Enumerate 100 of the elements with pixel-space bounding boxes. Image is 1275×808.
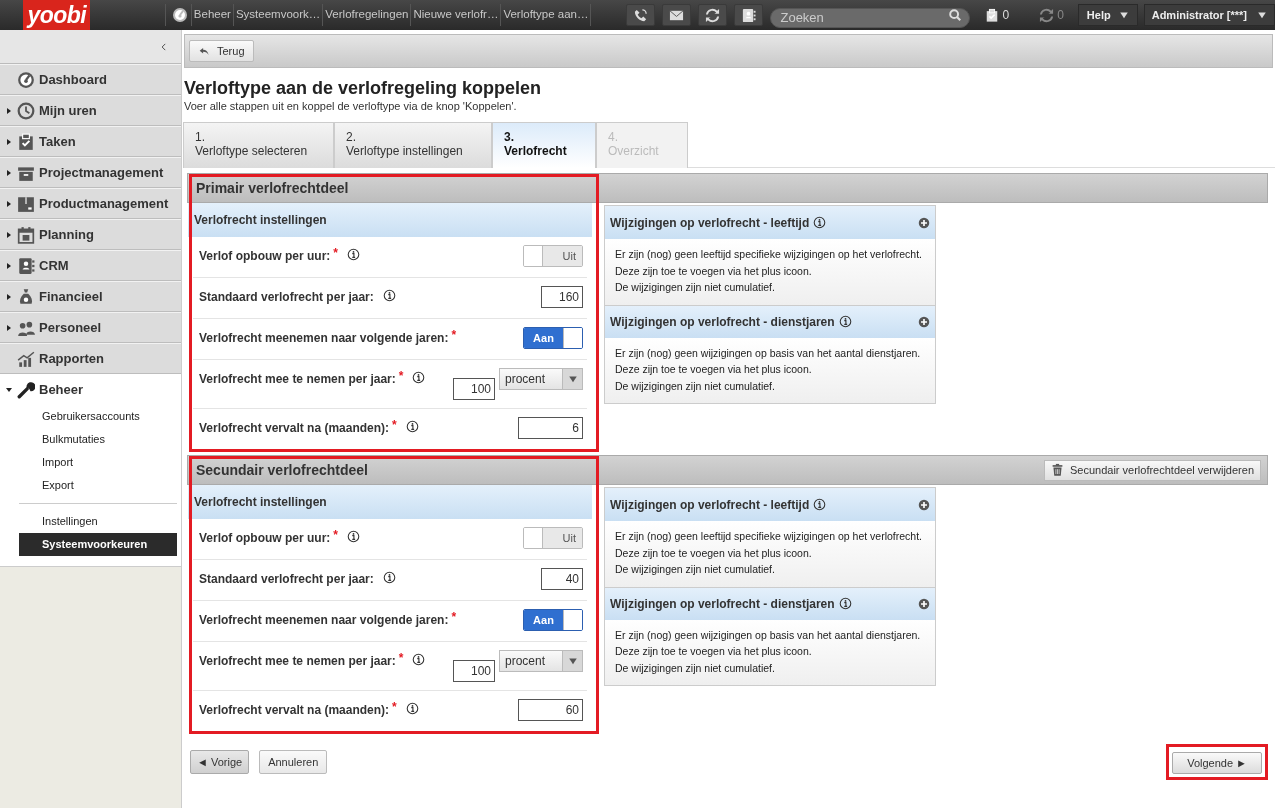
sidebar-subitem[interactable]: Bulkmutaties: [19, 428, 177, 451]
info-icon: [813, 216, 827, 229]
panel-title: Wijzigingen op verlofrecht - dienstjaren: [610, 313, 835, 331]
sidebar-item[interactable]: Taken: [0, 126, 181, 157]
number-field[interactable]: 160: [541, 286, 583, 308]
field-label: Verlofrecht meenemen naar volgende jaren:: [199, 612, 449, 629]
panel-text: De wijzigingen zijn niet cumulatief.: [615, 378, 776, 394]
step-tab[interactable]: 3. Verlofrecht: [492, 122, 596, 168]
panel-text: De wijzigingen zijn niet cumulatief.: [615, 280, 776, 295]
field-label: Verlofrecht mee te nemen per jaar:: [199, 371, 396, 388]
toggle-switch[interactable]: Uit: [523, 527, 583, 549]
unit-dropdown[interactable]: procent: [499, 650, 583, 672]
number-field[interactable]: 100: [453, 660, 495, 682]
sidebar-item[interactable]: Projectmanagement: [0, 157, 181, 188]
cancel-button[interactable]: Annuleren: [259, 750, 328, 775]
unit-dropdown[interactable]: procent: [499, 368, 583, 390]
wrench-icon: [17, 380, 35, 399]
sidebar-subitem[interactable]: Import: [19, 451, 177, 474]
sidebar-subitem[interactable]: Export: [19, 474, 177, 497]
required-mark: *: [398, 653, 404, 663]
previous-button[interactable]: ◄ Vorige: [190, 750, 250, 775]
breadcrumb-link[interactable]: Verlofregelingen: [322, 4, 411, 26]
breadcrumb-link[interactable]: Systeemvoork…: [232, 4, 323, 26]
panel-text: Er zijn (nog) geen wijzigingen op basis van het aantal dienstjaren.: [615, 627, 922, 643]
sidebar-item[interactable]: Personeel: [0, 312, 181, 343]
plus-icon: [918, 315, 930, 328]
sidebar-item[interactable]: Rapporten: [0, 343, 181, 374]
panel-text: Er zijn (nog) geen wijzigingen op basis van het aantal dienstjaren.: [615, 345, 922, 361]
trash-icon: [1050, 463, 1064, 477]
step-tab[interactable]: 2. Verloftype instellingen: [334, 122, 492, 168]
toolbar-button[interactable]: [734, 4, 764, 26]
add-button[interactable]: [918, 216, 930, 229]
gauge-icon: [17, 70, 35, 89]
field-label: Verlofrecht mee te nemen per jaar:: [199, 653, 396, 670]
toggle-switch[interactable]: Aan: [523, 609, 583, 631]
settings-header: Verlofrecht instellingen: [188, 203, 592, 237]
panel-title: Wijzigingen op verlofrecht - leeftijd: [610, 214, 810, 232]
required-mark: *: [392, 702, 397, 712]
address-book-icon: [17, 256, 35, 275]
number-field[interactable]: 100: [453, 378, 495, 400]
required-mark: *: [451, 612, 457, 622]
panel-title: Wijzigingen op verlofrecht - leeftijd: [610, 496, 810, 514]
user-menu[interactable]: Administrator [***]: [1143, 4, 1275, 26]
sidebar-item[interactable]: Productmanagement: [0, 188, 181, 219]
caret-icon: [1118, 10, 1129, 20]
panel-text: De wijzigingen zijn niet cumulatief.: [615, 660, 776, 676]
search-field[interactable]: Zoeken: [770, 7, 971, 28]
sync-icon: [705, 7, 721, 23]
field-label: Verlof opbouw per uur:: [199, 530, 331, 547]
help-menu[interactable]: Help: [1077, 4, 1138, 26]
panel-text: Deze zijn toe te voegen via het plus icoon.: [615, 263, 813, 279]
sidebar-item[interactable]: Planning: [0, 219, 181, 250]
sidebar-subitem[interactable]: Instellingen: [19, 510, 177, 533]
add-button[interactable]: [918, 498, 930, 511]
delete-section-button[interactable]: Secundair verlofrechtdeel verwijderen: [1043, 459, 1261, 481]
back-button[interactable]: Terug: [189, 40, 254, 62]
package-icon: [17, 194, 35, 213]
plus-icon: [918, 216, 930, 229]
sidebar-subitem[interactable]: Gebruikersaccounts: [19, 405, 177, 428]
required-mark: *: [398, 371, 404, 381]
sidebar-item[interactable]: Financieel: [0, 281, 181, 312]
sidebar-subitem[interactable]: Systeemvoorkeuren: [19, 533, 177, 556]
step-tab[interactable]: 1. Verloftype selecteren: [183, 122, 334, 168]
number-field[interactable]: 60: [518, 699, 583, 721]
breadcrumb-link[interactable]: Verloftype aan…: [500, 4, 591, 26]
field-label: Verlof opbouw per uur:: [199, 248, 331, 265]
caret-down-icon: [567, 656, 578, 666]
toolbar-button[interactable]: [626, 4, 656, 26]
toggle-switch[interactable]: Uit: [523, 245, 583, 267]
sidebar-item[interactable]: Dashboard: [0, 64, 181, 95]
bar-chart-icon: [17, 349, 35, 368]
sync-icon: [1039, 7, 1055, 23]
panel-title: Wijzigingen op verlofrecht - dienstjaren: [610, 595, 835, 613]
breadcrumb-link[interactable]: Nieuwe verlofr…: [410, 4, 501, 26]
required-mark: *: [333, 530, 338, 540]
add-button[interactable]: [918, 315, 930, 328]
calendar-icon: [17, 225, 35, 244]
caret-icon: [1257, 10, 1268, 20]
toolbar-button[interactable]: [662, 4, 692, 26]
breadcrumb-link[interactable]: Beheer: [190, 4, 233, 26]
section-title: Secundair verlofrechtdeel: [196, 460, 368, 480]
field-label: Standaard verlofrecht per jaar:: [199, 289, 374, 306]
add-button[interactable]: [918, 597, 930, 610]
logo[interactable]: yoobi: [23, 0, 91, 30]
clipboard-check-icon: [17, 132, 35, 151]
phone-icon: [633, 7, 649, 23]
next-button[interactable]: Volgende ►: [1172, 752, 1262, 775]
toggle-switch[interactable]: Aan: [523, 327, 583, 349]
sidebar-item[interactable]: Mijn uren: [0, 95, 181, 126]
sidebar-item[interactable]: CRM: [0, 250, 181, 281]
number-field[interactable]: 40: [541, 568, 583, 590]
panel-text: Deze zijn toe te voegen via het plus icoon.: [615, 362, 813, 377]
page-title: Verloftype aan de verlofregeling koppelen: [184, 77, 543, 99]
clipboard-check-icon: [985, 7, 1000, 23]
number-field[interactable]: 6: [518, 417, 583, 439]
sync-count: 0: [1057, 7, 1064, 24]
clock-icon: [17, 101, 35, 120]
info-icon: [813, 498, 827, 511]
field-label: Verlofrecht vervalt na (maanden):: [199, 702, 390, 719]
toolbar-button[interactable]: [698, 4, 728, 26]
